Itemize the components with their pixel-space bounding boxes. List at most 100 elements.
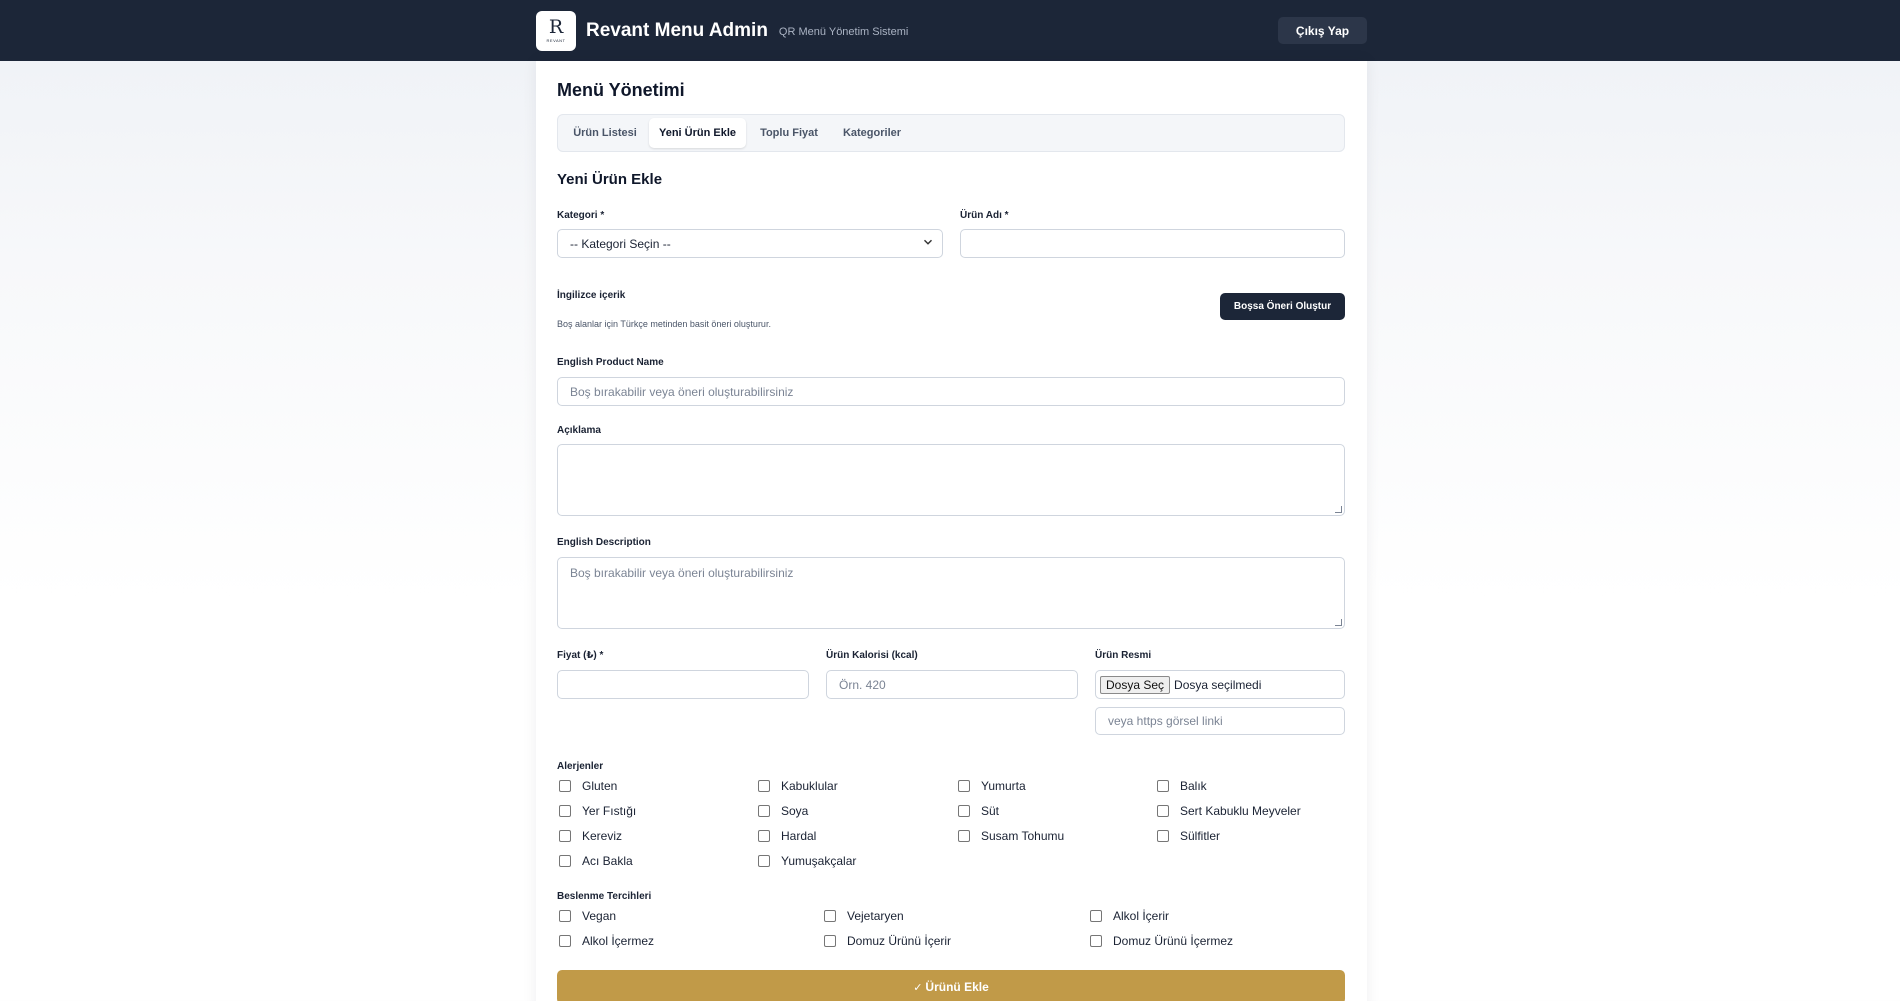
checkbox[interactable] [758,830,770,842]
calories-input[interactable]: Örn. 420 [826,670,1078,699]
calories-label: Ürün Kalorisi (kcal) [826,650,918,661]
checkbox[interactable] [758,805,770,817]
diet-checkbox-label: Vegan [582,909,617,923]
add-product-button[interactable]: ✓ Ürünü Ekle [557,970,1345,1001]
choose-file-button[interactable]: Dosya Seç [1100,675,1171,694]
image-file-input[interactable]: Dosya Seç Dosya seçilmedi [1095,670,1345,699]
price-input[interactable] [557,670,809,699]
diet-checkbox-5[interactable]: Domuz Ürünü İçerir [824,934,951,948]
diet-checkbox-label: Domuz Ürünü İçerir [847,934,952,948]
allergen-checkbox-13[interactable]: Acı Bakla [559,854,633,868]
tab-product-list[interactable]: Ürün Listesi [564,118,646,148]
revant-logo: R REVANT [536,10,576,51]
category-select[interactable]: -- Kategori Seçin -- [557,229,943,258]
logout-button[interactable]: Çıkış Yap [1278,17,1367,44]
checkbox[interactable] [1157,805,1169,817]
app-subtitle: QR Menü Yönetim Sistemi [778,25,909,38]
diet-checkbox-1[interactable]: Vegan [559,909,616,923]
allergen-checkbox-11[interactable]: Susam Tohumu [958,829,1064,843]
allergen-checkbox-6[interactable]: Soya [758,804,808,818]
allergen-checkbox-3[interactable]: Yumurta [958,779,1026,793]
resize-handle-icon[interactable] [1335,619,1342,626]
checkbox[interactable] [559,830,571,842]
chevron-down-icon [923,237,933,250]
image-label: Ürün Resmi [1095,650,1152,661]
logo-text: REVANT [546,38,566,43]
allergen-checkbox-label: Yumuşakçalar [781,854,857,868]
generate-suggestion-button[interactable]: Boşsa Öneri Oluştur [1220,293,1345,320]
allergen-checkbox-8[interactable]: Sert Kabuklu Meyveler [1157,804,1301,818]
top-bar: R REVANT Revant Menu Admin QR Menü Yönet… [0,0,1900,61]
top-bar-inner: R REVANT Revant Menu Admin QR Menü Yönet… [536,0,1367,61]
checkmark-icon: ✓ [913,981,923,994]
allergen-checkbox-1[interactable]: Gluten [559,779,617,793]
allergen-checkbox-7[interactable]: Süt [958,804,999,818]
checkbox[interactable] [1090,935,1102,947]
allergen-checkbox-label: Sülfitler [1180,829,1221,843]
checkbox[interactable] [958,780,970,792]
english-name-input[interactable]: Boş bırakabilir veya öneri oluşturabilir… [557,377,1345,406]
english-description-textarea[interactable]: Boş bırakabilir veya öneri oluşturabilir… [557,557,1345,629]
category-select-value: -- Kategori Seçin -- [570,236,671,251]
checkbox[interactable] [559,805,571,817]
diet-label: Beslenme Tercihleri [557,891,652,902]
checkbox[interactable] [559,910,571,922]
diet-checkbox-6[interactable]: Domuz Ürünü İçermez [1090,934,1233,948]
tab-new-product[interactable]: Yeni Ürün Ekle [649,118,746,148]
allergen-checkbox-2[interactable]: Kabuklular [758,779,838,793]
tab-categories[interactable]: Kategoriler [832,118,912,148]
logo-letter: R [548,16,564,38]
product-name-input[interactable] [960,229,1345,258]
description-label: Açıklama [557,425,601,436]
checkbox[interactable] [559,780,571,792]
checkbox[interactable] [1157,830,1169,842]
allergen-checkbox-label: Balık [1180,779,1207,793]
checkbox[interactable] [758,855,770,867]
diet-checkbox-4[interactable]: Alkol İçermez [559,934,654,948]
diet-checkbox-3[interactable]: Alkol İçerir [1090,909,1169,923]
main-panel: Menü Yönetimi Ürün Listesi Yeni Ürün Ekl… [536,61,1367,1001]
checkbox[interactable] [1090,910,1102,922]
allergen-checkbox-label: Hardal [781,829,817,843]
app-title: Revant Menu Admin [586,19,768,41]
checkbox[interactable] [824,935,836,947]
allergen-checkbox-label: Soya [781,804,809,818]
allergen-checkbox-label: Susam Tohumu [981,829,1065,843]
allergen-checkbox-5[interactable]: Yer Fıstığı [559,804,636,818]
file-status: Dosya seçilmedi [1174,677,1262,692]
allergen-checkbox-4[interactable]: Balık [1157,779,1207,793]
checkbox[interactable] [958,805,970,817]
image-url-input[interactable]: veya https görsel linki [1095,707,1345,735]
allergen-checkbox-10[interactable]: Hardal [758,829,816,843]
page-title: Menü Yönetimi [557,80,685,100]
allergen-checkbox-12[interactable]: Sülfitler [1157,829,1220,843]
allergen-checkbox-14[interactable]: Yumuşakçalar [758,854,856,868]
checkbox[interactable] [758,780,770,792]
checkbox[interactable] [824,910,836,922]
diet-checkbox-label: Vejetaryen [847,909,904,923]
resize-handle-icon[interactable] [1335,506,1342,513]
allergens-label: Alerjenler [557,761,604,772]
description-textarea[interactable] [557,444,1345,516]
checkbox[interactable] [559,935,571,947]
english-name-label: English Product Name [557,357,664,368]
allergen-checkbox-label: Kabuklular [781,779,838,793]
checkbox[interactable] [958,830,970,842]
diet-checkbox-2[interactable]: Vejetaryen [824,909,904,923]
tab-bulk-price[interactable]: Toplu Fiyat [748,118,830,148]
english-description-label: English Description [557,537,651,548]
tab-bar: Ürün Listesi Yeni Ürün Ekle Toplu Fiyat … [557,114,1345,152]
allergen-checkbox-label: Sert Kabuklu Meyveler [1180,804,1301,818]
brand: R REVANT Revant Menu Admin QR Menü Yönet… [536,10,909,51]
form-title: Yeni Ürün Ekle [557,171,663,188]
checkbox[interactable] [1157,780,1169,792]
allergen-checkbox-9[interactable]: Kereviz [559,829,622,843]
checkbox[interactable] [559,855,571,867]
price-label: Fiyat (₺) * [557,650,604,661]
english-content-title: İngilizce içerik [557,290,626,301]
english-description-placeholder: Boş bırakabilir veya öneri oluşturabilir… [570,566,794,580]
allergen-checkbox-label: Yumurta [981,779,1026,793]
allergen-checkbox-label: Gluten [582,779,618,793]
diet-checkbox-label: Alkol İçermez [582,934,655,948]
product-name-label: Ürün Adı * [960,210,1009,221]
